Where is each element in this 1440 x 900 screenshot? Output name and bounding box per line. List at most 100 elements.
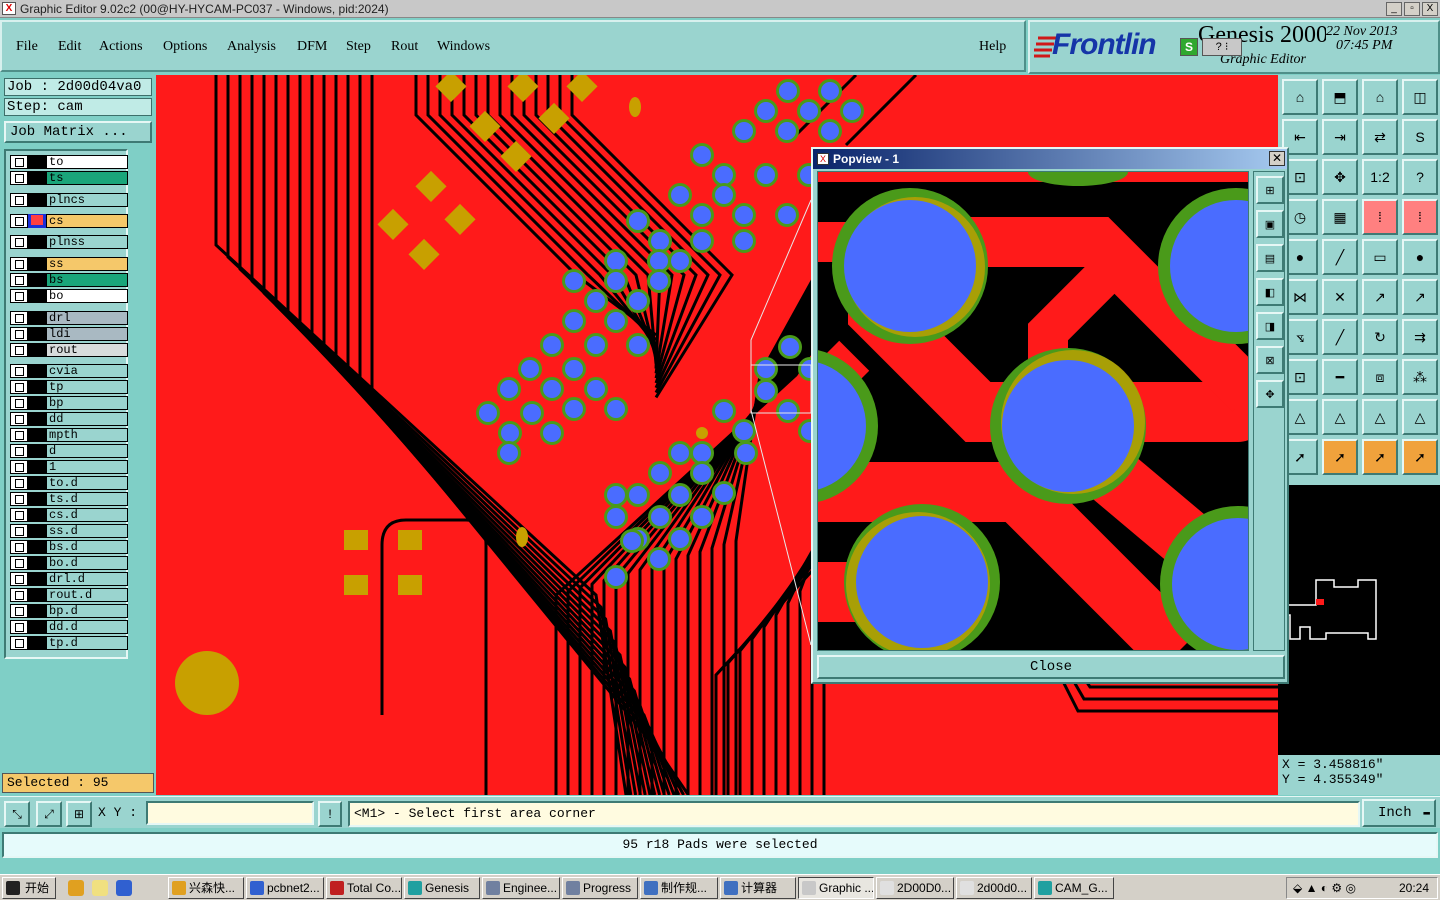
menu-step[interactable]: Step <box>346 39 371 55</box>
group-icon[interactable]: ⁂ <box>1402 359 1438 395</box>
minimize-button[interactable]: _ <box>1386 2 1402 16</box>
layer-checkbox[interactable] <box>10 327 28 341</box>
layer-name[interactable]: rout.d <box>46 588 128 602</box>
cross-icon[interactable]: ✕ <box>1322 279 1358 315</box>
taskbar-item[interactable]: CAM_G... <box>1034 877 1114 899</box>
pad-round-icon[interactable]: ● <box>1402 239 1438 275</box>
layer-row-bo[interactable]: bo <box>10 289 128 303</box>
s-icon[interactable]: S <box>1180 38 1198 56</box>
popview-fit-icon[interactable]: ⊠ <box>1256 346 1284 374</box>
layer-checkbox[interactable] <box>10 193 28 207</box>
layer-row-mpth[interactable]: mpth <box>10 428 128 442</box>
triangle4-icon[interactable]: △ <box>1402 399 1438 435</box>
move-icon[interactable]: ⬒ <box>1322 79 1358 115</box>
layer-status-icon[interactable] <box>28 556 46 570</box>
layer-checkbox[interactable] <box>10 235 28 249</box>
layer-name[interactable]: cs <box>46 214 128 228</box>
taskbar-item[interactable]: Graphic ... <box>798 877 874 899</box>
layer-status-icon[interactable] <box>28 492 46 506</box>
layer-name[interactable]: cs.d <box>46 508 128 522</box>
measure-icon[interactable]: ⤢ <box>36 801 62 827</box>
menu-file[interactable]: File <box>16 39 38 55</box>
layer-name[interactable]: tp.d <box>46 636 128 650</box>
pointer2-icon[interactable]: ➚ <box>1322 439 1358 475</box>
layer-checkbox[interactable] <box>10 444 28 458</box>
layer-name[interactable]: dd.d <box>46 620 128 634</box>
layer-status-icon[interactable] <box>28 604 46 618</box>
paste-icon[interactable]: ⇥ <box>1322 119 1358 155</box>
layer-name[interactable]: bs <box>46 273 128 287</box>
layer-name[interactable]: ts.d <box>46 492 128 506</box>
active-layer-icon[interactable] <box>28 214 46 228</box>
layer-status-icon[interactable] <box>28 444 46 458</box>
flip-icon[interactable]: S <box>1402 119 1438 155</box>
layer-name[interactable]: ss <box>46 257 128 271</box>
layer-row-ts-d[interactable]: ts.d <box>10 492 128 506</box>
layer-checkbox[interactable] <box>10 396 28 410</box>
layer-status-icon[interactable] <box>28 193 46 207</box>
layer-name[interactable]: bo <box>46 289 128 303</box>
pointer3-icon[interactable]: ➚ <box>1362 439 1398 475</box>
layer-row-plnss[interactable]: plnss <box>10 235 128 249</box>
layer-row-ldi[interactable]: ldi <box>10 327 128 341</box>
layer-checkbox[interactable] <box>10 380 28 394</box>
layer-checkbox[interactable] <box>10 214 28 228</box>
layer-row-drl-d[interactable]: drl.d <box>10 572 128 586</box>
layer-name[interactable]: to <box>46 155 128 169</box>
layer-name[interactable]: dd <box>46 412 128 426</box>
menu-rout[interactable]: Rout <box>391 39 418 55</box>
menu-options[interactable]: Options <box>163 39 207 55</box>
swap-icon[interactable]: ⇄ <box>1362 119 1398 155</box>
layer-row-drl[interactable]: drl <box>10 311 128 325</box>
layer-row-cvia[interactable]: cvia <box>10 364 128 378</box>
layer-status-icon[interactable] <box>28 572 46 586</box>
line-add-icon[interactable]: ╱ <box>1322 239 1358 275</box>
layer-name[interactable]: ldi <box>46 327 128 341</box>
snap2-icon[interactable]: ⁞ <box>1402 199 1438 235</box>
layer-checkbox[interactable] <box>10 364 28 378</box>
layer-checkbox[interactable] <box>10 289 28 303</box>
layer-name[interactable]: to.d <box>46 476 128 490</box>
layer-row-cs-d[interactable]: cs.d <box>10 508 128 522</box>
layer-status-icon[interactable] <box>28 636 46 650</box>
layer-name[interactable]: bs.d <box>46 540 128 554</box>
layer-checkbox[interactable] <box>10 588 28 602</box>
warning-icon[interactable]: ! <box>318 801 342 827</box>
units-select[interactable]: Inch ▬ <box>1362 799 1436 827</box>
popview-zoom-out-icon[interactable]: ▤ <box>1256 244 1284 272</box>
layer-row-ts[interactable]: ts <box>10 171 128 185</box>
layer-status-icon[interactable] <box>28 327 46 341</box>
line-draw-icon[interactable]: ╱ <box>1322 319 1358 355</box>
layer-checkbox[interactable] <box>10 604 28 618</box>
taskbar-item[interactable]: Enginee... <box>482 877 560 899</box>
layer-checkbox[interactable] <box>10 311 28 325</box>
layer-row-dd[interactable]: dd <box>10 412 128 426</box>
taskbar-item[interactable]: pcbnet2... <box>246 877 324 899</box>
layer-status-icon[interactable] <box>28 364 46 378</box>
panel-icon[interactable]: ◫ <box>1402 79 1438 115</box>
layer-name[interactable]: mpth <box>46 428 128 442</box>
taskbar-item[interactable]: Total Co... <box>326 877 402 899</box>
layer-checkbox[interactable] <box>10 540 28 554</box>
layer-name[interactable]: 1 <box>46 460 128 474</box>
job-matrix-button[interactable]: Job Matrix ... <box>4 121 152 143</box>
menu-windows[interactable]: Windows <box>437 39 490 55</box>
popview-close-x-button[interactable]: ✕ <box>1269 151 1285 166</box>
units-dropdown-icon[interactable]: ▬ <box>1423 801 1430 825</box>
tray-icons[interactable]: ⬙ ▲ ◐ ⚙ ◎ <box>1293 878 1356 898</box>
menu-actions[interactable]: Actions <box>99 39 143 55</box>
layer-name[interactable]: ss.d <box>46 524 128 538</box>
layer-status-icon[interactable] <box>28 588 46 602</box>
layer-row-tp-d[interactable]: tp.d <box>10 636 128 650</box>
layer-status-icon[interactable] <box>28 257 46 271</box>
layer-name[interactable]: plnss <box>46 235 128 249</box>
zoom-area-icon[interactable]: ⤡ <box>4 801 30 827</box>
layer-row-rout[interactable]: rout <box>10 343 128 357</box>
layer-checkbox[interactable] <box>10 257 28 271</box>
layer-row-tp[interactable]: tp <box>10 380 128 394</box>
layer-status-icon[interactable] <box>28 396 46 410</box>
start-button[interactable]: 开始 <box>2 877 56 899</box>
layer-name[interactable]: ts <box>46 171 128 185</box>
layer-status-icon[interactable] <box>28 311 46 325</box>
close-window-button[interactable]: X <box>1422 2 1438 16</box>
